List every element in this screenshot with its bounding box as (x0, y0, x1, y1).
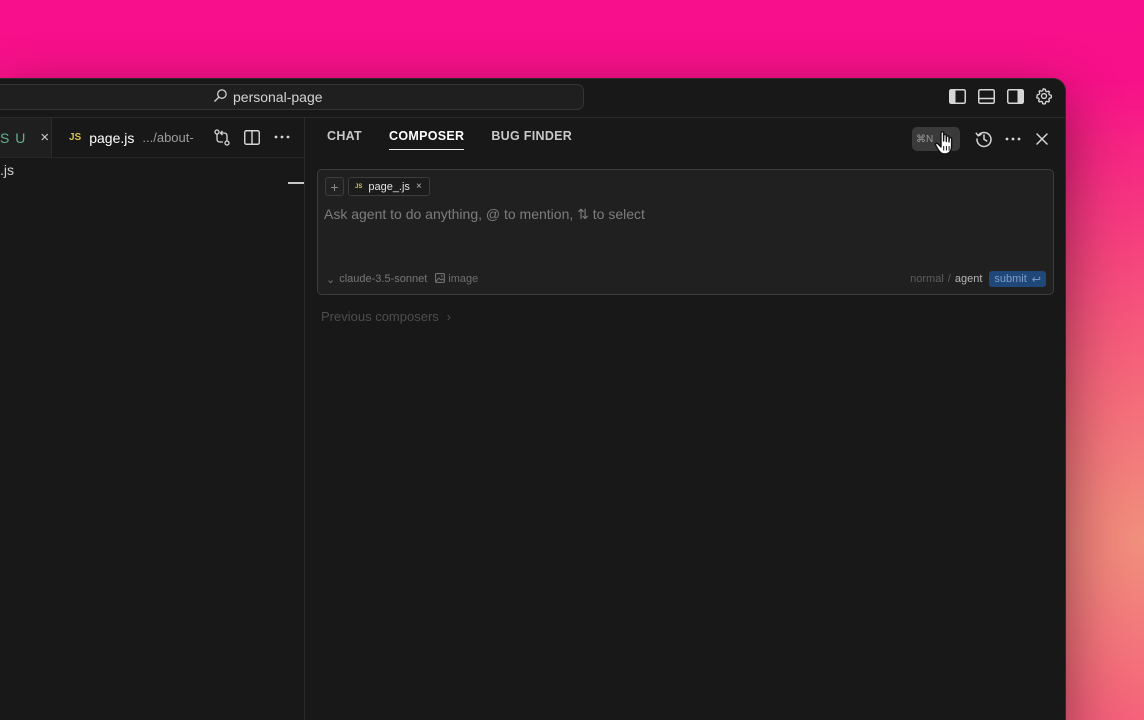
panel-tabs: CHAT COMPOSER BUG FINDER (327, 129, 572, 150)
workspace-name: personal-page (233, 89, 323, 105)
git-status-untracked: S U (0, 129, 27, 146)
panel-actions: ⌘N (912, 127, 1051, 155)
settings-gear-icon[interactable] (1035, 87, 1053, 105)
model-selector[interactable]: ⌄ claude-3.5-sonnet (326, 273, 427, 286)
mode-normal[interactable]: normal (910, 273, 944, 285)
editor-pane: S U × JS page.js .../about- .js (0, 118, 305, 720)
javascript-file-icon: JS (69, 132, 82, 143)
tab-bug-finder[interactable]: BUG FINDER (491, 129, 572, 150)
search-icon (213, 88, 228, 106)
source-control-icon[interactable] (214, 128, 230, 146)
toggle-primary-sidebar-icon[interactable] (948, 87, 966, 105)
previous-composers-link[interactable]: Previous composers › (321, 309, 451, 324)
editor-content-text: .js (0, 162, 14, 178)
editor-tab-bar: S U × JS page.js .../about- (0, 118, 304, 158)
command-center-search[interactable]: personal-page (0, 84, 584, 110)
add-context-button[interactable]: + (325, 177, 344, 196)
attach-image-button[interactable]: image (435, 272, 479, 286)
enter-key-icon: ↩ (1031, 273, 1041, 286)
mode-separator: / (947, 273, 951, 285)
context-chip-file[interactable]: JS page_.js × (348, 177, 430, 196)
hand-pointer-cursor-icon (934, 129, 956, 160)
command-center-content: personal-page (213, 85, 323, 109)
close-tab-icon[interactable]: × (40, 129, 49, 146)
app-window: personal-page S U × JS page.js .../about… (0, 79, 1065, 720)
composer-input-box[interactable]: + JS page_.js × ⌄ claude-3.5-sonnet (317, 169, 1054, 295)
context-chip-label: page_.js (368, 180, 410, 193)
image-icon (435, 272, 446, 286)
toggle-secondary-sidebar-icon[interactable] (1006, 87, 1024, 105)
editor-tab-page-js[interactable]: JS page.js .../about- (53, 118, 203, 157)
tab-composer[interactable]: COMPOSER (389, 129, 465, 150)
title-bar: personal-page (0, 79, 1065, 118)
mode-toggle[interactable]: normal / agent (910, 273, 982, 285)
new-composer-button[interactable]: ⌘N (912, 127, 960, 155)
split-editor-icon[interactable] (244, 129, 260, 145)
composer-prompt-input[interactable] (324, 204, 1024, 224)
history-icon[interactable] (975, 130, 993, 148)
javascript-file-icon: JS (355, 183, 363, 190)
tab-file-name: page.js (89, 129, 135, 146)
tab-file-path: .../about- (142, 130, 194, 145)
mode-agent[interactable]: agent (955, 273, 983, 285)
context-row: + JS page_.js × (325, 177, 430, 196)
close-panel-icon[interactable] (1033, 130, 1051, 148)
editor-scroll-indicator (288, 182, 304, 184)
more-options-icon[interactable] (1004, 130, 1022, 148)
chevron-right-icon: › (446, 309, 452, 324)
submit-button[interactable]: submit ↩ (989, 271, 1046, 287)
previous-composers-label: Previous composers (321, 309, 439, 324)
tab-chat[interactable]: CHAT (327, 129, 362, 150)
more-actions-icon[interactable] (274, 129, 290, 145)
remove-context-icon[interactable]: × (416, 181, 422, 192)
chevron-down-icon: ⌄ (326, 273, 336, 286)
new-composer-shortcut: ⌘N (916, 133, 934, 145)
composer-footer: ⌄ claude-3.5-sonnet image normal / agent… (326, 271, 1046, 287)
ai-panel: CHAT COMPOSER BUG FINDER ⌘N + JS page_.j… (305, 118, 1065, 720)
submit-label: submit (994, 273, 1027, 285)
layout-controls (948, 87, 1053, 105)
editor-tab-previous[interactable]: S U × (0, 118, 52, 157)
editor-actions (214, 128, 290, 146)
image-label: image (448, 273, 479, 285)
model-name: claude-3.5-sonnet (339, 273, 428, 285)
toggle-panel-icon[interactable] (977, 87, 995, 105)
